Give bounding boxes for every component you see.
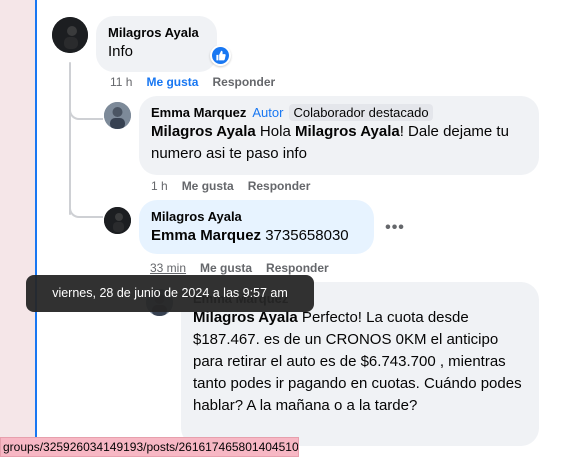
- comment-bubble: Milagros Ayala Info: [96, 16, 217, 72]
- thread-connector: [69, 196, 103, 218]
- reaction-badge[interactable]: [210, 45, 231, 66]
- comment-text: Milagros Ayala Hola Milagros Ayala! Dale…: [151, 121, 527, 165]
- reply-button[interactable]: Responder: [212, 75, 275, 89]
- timestamp-tooltip: viernes, 28 de junio de 2024 a las 9:57 …: [26, 275, 314, 312]
- link-status-bar: groups/325926034149193/posts/26161746580…: [0, 437, 299, 457]
- comment-timestamp[interactable]: 33 min: [150, 261, 186, 275]
- contributor-badge: Colaborador destacado: [289, 104, 433, 121]
- avatar[interactable]: [104, 102, 131, 129]
- like-button[interactable]: Me gusta: [200, 261, 252, 275]
- like-button[interactable]: Me gusta: [146, 75, 198, 89]
- focus-indicator: [35, 0, 37, 457]
- left-panel-edge: [0, 0, 36, 457]
- comment-actions: 33 min Me gusta Responder: [150, 261, 329, 275]
- comment-author[interactable]: Milagros Ayala: [151, 208, 362, 225]
- comment-timestamp[interactable]: 1 h: [151, 179, 168, 193]
- mention-link[interactable]: Milagros Ayala: [151, 123, 256, 140]
- comment-text-part: 3735658030: [261, 227, 349, 244]
- author-role: Autor: [252, 105, 284, 120]
- reply-button[interactable]: Responder: [248, 179, 311, 193]
- thread-connector: [69, 96, 103, 120]
- comment-header: Emma Marquez Autor Colaborador destacado: [151, 104, 527, 121]
- like-icon: [212, 47, 229, 64]
- like-button[interactable]: Me gusta: [182, 179, 234, 193]
- mention-link[interactable]: Milagros Ayala: [295, 123, 400, 140]
- mention-link[interactable]: Emma Marquez: [151, 227, 261, 244]
- comment-bubble: Milagros Ayala Emma Marquez 3735658030: [139, 200, 374, 254]
- avatar[interactable]: [104, 207, 131, 234]
- comment-author[interactable]: Milagros Ayala: [108, 24, 205, 41]
- avatar[interactable]: [52, 17, 88, 53]
- comment-bubble: Emma Marquez Autor Colaborador destacado…: [139, 96, 539, 175]
- thread-line: [69, 62, 71, 215]
- reply-button[interactable]: Responder: [266, 261, 329, 275]
- comment-timestamp[interactable]: 11 h: [110, 75, 132, 89]
- comment-author[interactable]: Emma Marquez: [151, 104, 246, 121]
- comment-text: Milagros Ayala Perfecto! La cuota desde …: [193, 307, 527, 417]
- comment-text: Emma Marquez 3735658030: [151, 225, 362, 247]
- comment-text: Info: [108, 43, 134, 60]
- comment-actions: 1 h Me gusta Responder: [151, 179, 310, 193]
- comment-text-part: Hola: [255, 123, 295, 140]
- more-horizontal-icon[interactable]: •••: [382, 218, 408, 238]
- comment-actions: 11 h Me gusta Responder: [110, 75, 275, 89]
